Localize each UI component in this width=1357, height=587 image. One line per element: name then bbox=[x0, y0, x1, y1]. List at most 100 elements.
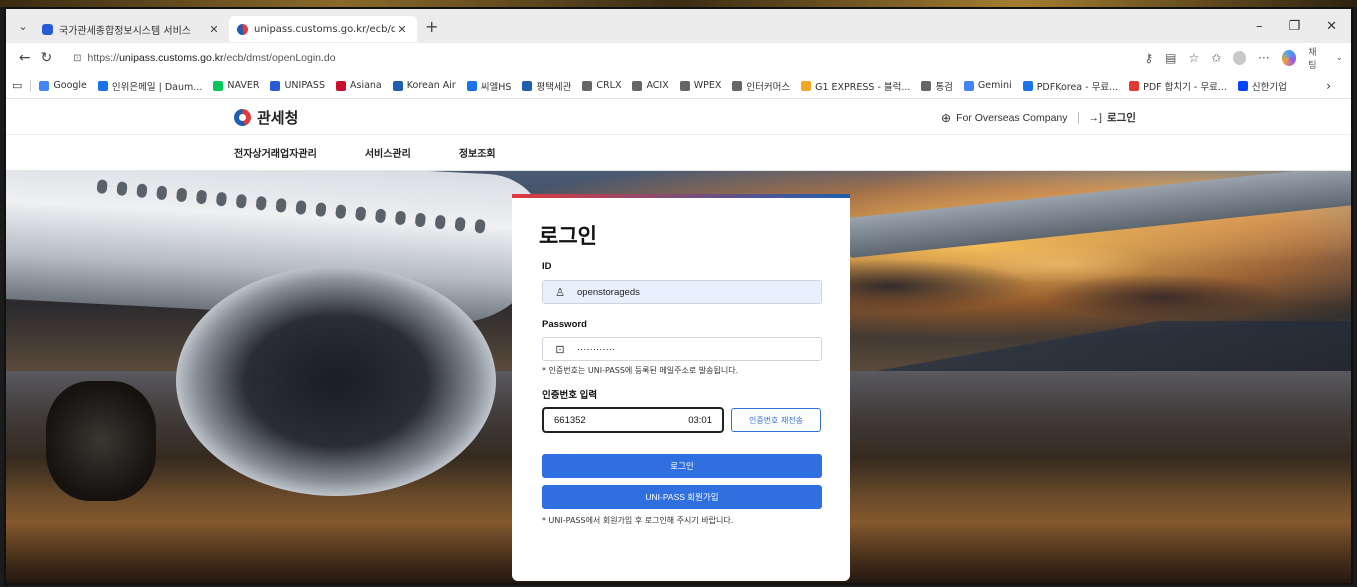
resend-auth-button[interactable]: 인증번호 재전송 bbox=[731, 408, 821, 432]
bookmarks-bar: ▭ Google 인위은메일 | Daum... NAVER UNIPASS Asian… bbox=[6, 73, 1351, 99]
bookmark-label: CRLX bbox=[596, 80, 622, 91]
favorite-star-icon[interactable]: ☆ bbox=[1188, 51, 1199, 65]
bookmarks-folder-icon[interactable]: ▭ bbox=[12, 79, 22, 92]
copilot-icon[interactable] bbox=[1281, 50, 1297, 66]
bookmark-item[interactable]: NAVER bbox=[213, 80, 259, 91]
id-field[interactable]: ♙ openstorageds bbox=[542, 280, 822, 304]
bookmarks-more-icon[interactable]: › bbox=[1326, 79, 1331, 93]
tab-title: 국가관세종합정보시스템 서비스 bbox=[59, 25, 191, 37]
auth-code-value: 661352 bbox=[554, 414, 586, 426]
password-field[interactable]: ⊡ ············ bbox=[542, 337, 822, 361]
tab-bar: ⌄ 국가관세종합정보시스템 서비스 ✕ unipass.customs.go.k… bbox=[6, 9, 1351, 43]
bookmark-item[interactable]: 인터커머스 bbox=[732, 79, 790, 93]
auth-code-label: 인증번호 입력 bbox=[542, 390, 598, 401]
nav-item-ecommerce[interactable]: 전자상거래업자관리 bbox=[234, 145, 317, 160]
login-button[interactable]: 로그인 bbox=[542, 454, 822, 478]
bookmark-favicon-icon bbox=[1129, 80, 1140, 91]
nav-item-service[interactable]: 서비스관리 bbox=[365, 145, 411, 160]
bookmark-item[interactable]: WPEX bbox=[679, 80, 722, 91]
bookmark-favicon-icon bbox=[466, 80, 477, 91]
nav-item-info[interactable]: 정보조회 bbox=[459, 145, 496, 160]
login-card: 로그인 ID ♙ openstorageds Password ⊡ ······… bbox=[512, 194, 850, 581]
bookmark-favicon-icon bbox=[39, 80, 50, 91]
bookmark-label: Gemini bbox=[977, 80, 1012, 91]
new-tab-plus-icon[interactable]: + bbox=[425, 17, 438, 36]
tab-unipass-service[interactable]: 국가관세종합정보시스템 서비스 ✕ bbox=[34, 16, 229, 42]
bookmark-item[interactable]: 인위은메일 | Daum... bbox=[97, 79, 203, 93]
divider bbox=[1077, 111, 1079, 124]
bookmark-item[interactable]: PDFKorea - 무료... bbox=[1022, 79, 1118, 93]
mountains bbox=[826, 321, 1351, 371]
main-navigation: 전자상거래업자관리 서비스관리 정보조회 bbox=[6, 135, 1351, 171]
id-label: ID bbox=[542, 261, 552, 272]
customs-logo[interactable]: 관세청 bbox=[234, 107, 298, 128]
customs-emblem-icon bbox=[234, 109, 251, 126]
chevron-down-icon[interactable]: ⌄ bbox=[1335, 53, 1343, 63]
tab-list-chevron-icon[interactable]: ⌄ bbox=[12, 20, 34, 33]
background-strip bbox=[0, 0, 1357, 7]
join-note: * UNI-PASS에서 회원가입 후 로그인해 주시기 바랍니다. bbox=[542, 516, 734, 525]
toolbar-icons: ⚷ ▤ ☆ ✩ ··· 채팅 ⌄ bbox=[1144, 45, 1343, 71]
bookmark-item[interactable]: Asiana bbox=[336, 80, 382, 91]
key-icon[interactable]: ⚷ bbox=[1144, 51, 1153, 65]
bookmark-label: UNIPASS bbox=[284, 80, 325, 91]
id-value: openstorageds bbox=[577, 286, 640, 298]
restore-icon[interactable]: ❐ bbox=[1288, 19, 1300, 34]
minimize-icon[interactable]: – bbox=[1256, 19, 1263, 34]
password-label: Password bbox=[542, 319, 587, 330]
close-tab-icon[interactable]: ✕ bbox=[207, 23, 221, 36]
close-tab-icon[interactable]: ✕ bbox=[395, 23, 409, 36]
lock-icon: ⊡ bbox=[555, 343, 565, 356]
bookmark-item[interactable]: UNIPASS bbox=[270, 80, 325, 91]
join-button[interactable]: UNI-PASS 회원가입 bbox=[542, 485, 822, 509]
bookmark-label: PDF 합치기 - 무료... bbox=[1143, 81, 1227, 93]
bookmark-favicon-icon bbox=[801, 80, 812, 91]
bookmark-favicon-icon bbox=[963, 80, 974, 91]
site-info-icon[interactable]: ⊡ bbox=[73, 53, 81, 64]
bookmark-item[interactable]: Korean Air bbox=[392, 80, 456, 91]
bookmark-label: Asiana bbox=[350, 80, 382, 91]
bookmark-item[interactable]: 통검 bbox=[921, 79, 953, 93]
header-login-link[interactable]: 로그인 bbox=[1107, 110, 1136, 125]
bookmark-item[interactable]: Gemini bbox=[963, 80, 1012, 91]
chat-label[interactable]: 채팅 bbox=[1308, 45, 1323, 71]
bookmark-item[interactable]: 신한기업 bbox=[1237, 79, 1287, 93]
bookmark-label: NAVER bbox=[227, 80, 260, 91]
bookmark-item[interactable]: Google bbox=[39, 80, 87, 91]
bookmark-favicon-icon bbox=[679, 80, 690, 91]
favorites-list-icon[interactable]: ✩ bbox=[1211, 51, 1221, 65]
url-input[interactable]: ⊡ https://unipass.customs.go.kr/ecb/dmst… bbox=[65, 47, 1145, 69]
bookmark-favicon-icon bbox=[582, 80, 593, 91]
password-note: * 인증번호는 UNI-PASS에 등록된 메일주소로 발송됩니다. bbox=[542, 366, 739, 375]
close-window-icon[interactable]: ✕ bbox=[1326, 19, 1337, 34]
auth-code-input[interactable]: 661352 03:01 bbox=[542, 407, 724, 433]
tab-unipass-login[interactable]: unipass.customs.go.kr/ecb/dmst/c ✕ bbox=[229, 16, 417, 42]
bookmark-item[interactable]: G1 EXPRESS - 블럭... bbox=[801, 79, 910, 93]
reload-icon[interactable]: ↻ bbox=[36, 50, 58, 66]
bookmark-item[interactable]: CRLX bbox=[582, 80, 621, 91]
bookmark-favicon-icon bbox=[392, 80, 403, 91]
bookmark-item[interactable]: 씨엘HS bbox=[466, 79, 511, 93]
browser-window: ⌄ 국가관세종합정보시스템 서비스 ✕ unipass.customs.go.k… bbox=[4, 7, 1353, 585]
reader-icon[interactable]: ▤ bbox=[1165, 51, 1176, 65]
tab-title: unipass.customs.go.kr/ecb/dmst/c bbox=[254, 23, 395, 35]
back-arrow-icon[interactable]: ← bbox=[14, 50, 36, 66]
bookmark-favicon-icon bbox=[213, 80, 224, 91]
divider bbox=[30, 79, 32, 92]
profile-avatar-icon[interactable] bbox=[1233, 51, 1247, 65]
bookmark-favicon-icon bbox=[336, 80, 346, 91]
login-arrow-icon: →] bbox=[1088, 111, 1102, 124]
bookmark-item[interactable]: PDF 합치기 - 무료... bbox=[1129, 79, 1227, 93]
more-menu-icon[interactable]: ··· bbox=[1258, 51, 1269, 65]
bookmark-item[interactable]: ACIX bbox=[632, 80, 669, 91]
bookmark-label: G1 EXPRESS - 블럭... bbox=[815, 81, 911, 93]
bookmark-favicon-icon bbox=[270, 80, 281, 91]
bookmark-item[interactable]: 평택세관 bbox=[522, 79, 571, 93]
bookmark-label: 인위은메일 | Daum... bbox=[111, 81, 203, 93]
customs-favicon-icon bbox=[237, 23, 248, 35]
bookmark-label: Google bbox=[53, 80, 87, 91]
overseas-company-link[interactable]: For Overseas Company bbox=[956, 112, 1067, 124]
bookmark-label: WPEX bbox=[693, 80, 722, 91]
window-controls: – ❐ ✕ bbox=[1256, 19, 1351, 34]
header-links: ⊕ For Overseas Company →] 로그인 bbox=[941, 110, 1136, 125]
